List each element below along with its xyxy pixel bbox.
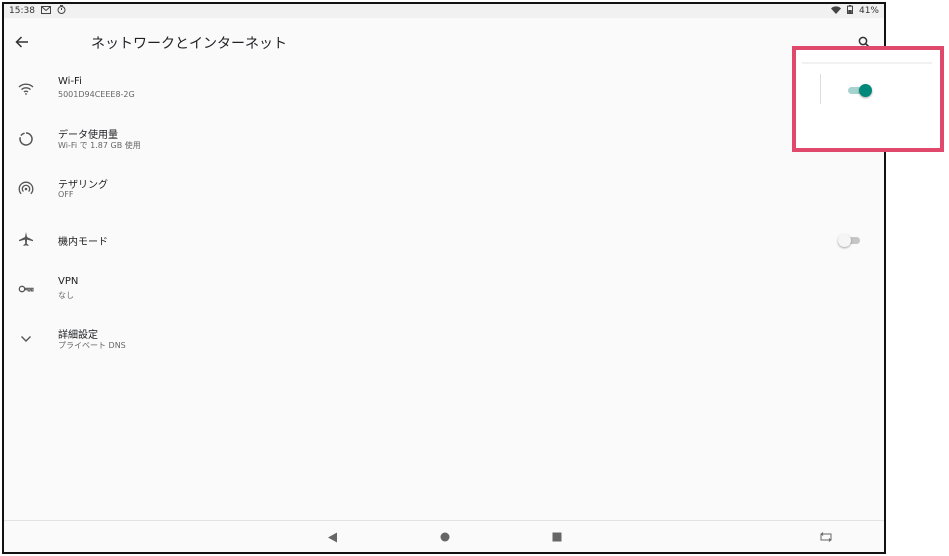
callout-divider-line (802, 62, 932, 64)
switch-thumb (859, 84, 872, 97)
vpn-row[interactable]: VPN なし (4, 266, 884, 316)
nav-back-button[interactable] (324, 529, 340, 545)
vpn-key-icon (16, 279, 36, 299)
gmail-icon (40, 5, 51, 17)
wifi-row[interactable]: Wi-Fi 5001D94CEEE8-2G (4, 66, 884, 116)
rotate-button[interactable] (818, 529, 834, 545)
data-usage-title: データ使用量 (58, 130, 118, 141)
tablet-screen: 15:38 41% ネットワークとインターネット Wi-Fi 5001D94CE… (2, 2, 886, 554)
hotspot-icon (16, 179, 36, 199)
wifi-title: Wi-Fi (58, 76, 82, 87)
vpn-summary: なし (58, 291, 74, 300)
battery-icon (846, 5, 853, 17)
chevron-down-icon (16, 329, 36, 349)
nav-recents-icon (552, 532, 562, 542)
tethering-title: テザリング (58, 180, 108, 191)
timer-icon (57, 5, 66, 17)
status-bar: 15:38 41% (4, 4, 884, 18)
status-time: 15:38 (9, 6, 35, 16)
tethering-row[interactable]: テザリング OFF (4, 166, 884, 216)
airplane-mode-title: 機内モード (58, 237, 108, 248)
battery-level: 41% (858, 6, 879, 16)
back-button[interactable] (10, 30, 34, 54)
nav-home-button[interactable] (437, 529, 453, 545)
advanced-row[interactable]: 詳細設定 プライベート DNS (4, 316, 884, 366)
highlight-callout (792, 46, 944, 152)
rotate-icon (820, 532, 832, 542)
status-left: 15:38 (9, 5, 66, 17)
nav-recents-button[interactable] (549, 529, 565, 545)
advanced-summary: プライベート DNS (58, 341, 126, 350)
settings-list: Wi-Fi 5001D94CEEE8-2G データ使用量 Wi-Fi で 1.8… (4, 66, 884, 366)
app-bar: ネットワークとインターネット (4, 18, 884, 66)
vpn-title: VPN (58, 276, 79, 287)
navigation-bar (4, 520, 884, 552)
callout-vertical-divider (820, 74, 821, 104)
data-usage-row[interactable]: データ使用量 Wi-Fi で 1.87 GB 使用 (4, 116, 884, 166)
arrow-back-icon (15, 36, 28, 48)
airplane-mode-switch[interactable] (838, 234, 862, 247)
airplane-mode-row[interactable]: 機内モード (4, 216, 884, 266)
switch-thumb (838, 234, 851, 247)
page-title: ネットワークとインターネット (91, 36, 287, 52)
airplane-icon (16, 229, 36, 249)
wifi-icon (16, 79, 36, 99)
wifi-icon (830, 5, 841, 17)
advanced-title: 詳細設定 (58, 330, 98, 341)
data-usage-icon (16, 129, 36, 149)
tethering-summary: OFF (58, 190, 74, 199)
wifi-summary: 5001D94CEEE8-2G (58, 90, 135, 99)
status-right: 41% (830, 5, 879, 17)
data-usage-summary: Wi-Fi で 1.87 GB 使用 (58, 141, 141, 150)
nav-home-icon (440, 532, 450, 542)
nav-back-icon (327, 532, 337, 542)
wifi-switch[interactable] (848, 84, 872, 97)
